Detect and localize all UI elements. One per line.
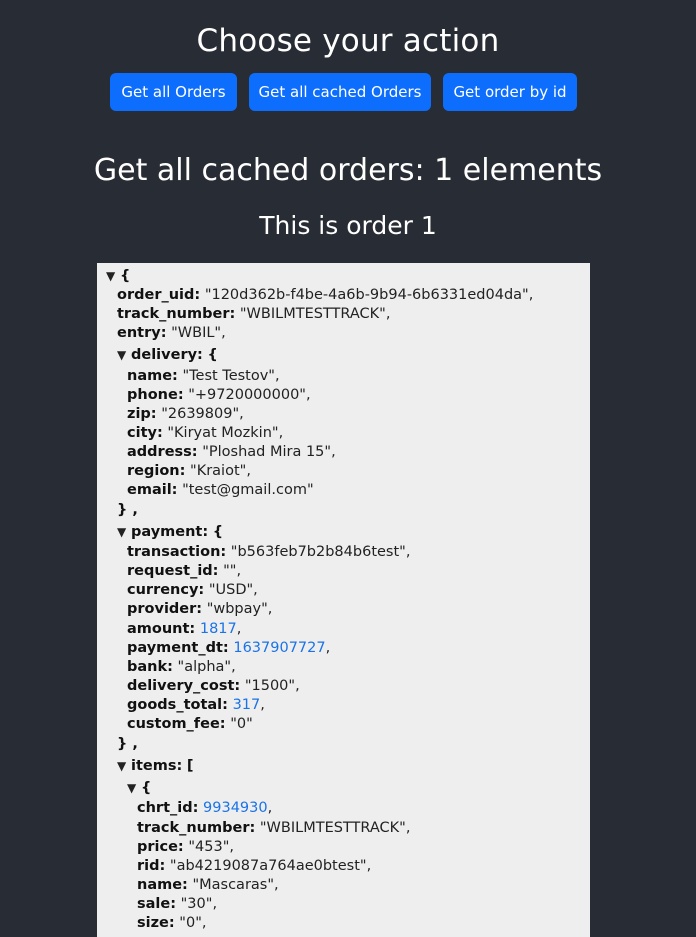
json-field-email: email: "test@gmail.com" — [127, 482, 314, 498]
json-field-city: city: "Kiryat Mozkin", — [127, 425, 284, 441]
page: Choose your action Get all Orders Get al… — [0, 0, 696, 937]
json-field-chrt-id: chrt_id: 9934930, — [137, 800, 273, 816]
json-field-amount: amount: 1817, — [127, 621, 242, 637]
json-field-name: name: "Test Testov", — [127, 368, 280, 384]
json-brace-close: } , — [117, 502, 138, 518]
json-field-custom-fee: custom_fee: "0" — [127, 716, 253, 732]
json-field-bank: bank: "alpha", — [127, 659, 236, 675]
json-field-goods-total: goods_total: 317, — [127, 697, 265, 713]
json-item-row[interactable]: ▼{ — [127, 779, 151, 798]
collapse-toggle-icon[interactable]: ▼ — [127, 779, 141, 798]
get-all-orders-button[interactable]: Get all Orders — [110, 73, 237, 111]
json-field-provider: provider: "wbpay", — [127, 601, 273, 617]
json-field-track-number: track_number: "WBILMTESTTRACK", — [117, 306, 391, 322]
json-field-size: size: "0", — [137, 915, 207, 931]
json-field-currency: currency: "USD", — [127, 582, 258, 598]
collapse-toggle-icon[interactable]: ▼ — [106, 267, 120, 286]
collapse-toggle-icon[interactable]: ▼ — [117, 346, 131, 365]
json-root-row[interactable]: ▼{ — [106, 267, 130, 286]
page-title: Choose your action — [196, 23, 500, 59]
json-field-rid: rid: "ab4219087a764ae0btest", — [137, 858, 372, 874]
json-field-zip: zip: "2639809", — [127, 406, 244, 422]
json-field-item-name: name: "Mascaras", — [137, 877, 279, 893]
json-field-address: address: "Ploshad Mira 15", — [127, 444, 336, 460]
json-field-request-id: request_id: "", — [127, 563, 242, 579]
json-items-row[interactable]: ▼ items: [ — [117, 757, 194, 776]
result-heading: Get all cached orders: 1 elements — [93, 153, 603, 188]
collapse-toggle-icon[interactable]: ▼ — [117, 523, 131, 542]
json-field-phone: phone: "+9720000000", — [127, 387, 311, 403]
json-field-price: price: "453", — [137, 839, 234, 855]
json-field-entry: entry: "WBIL", — [117, 325, 226, 341]
get-all-cached-orders-button[interactable]: Get all cached Orders — [249, 73, 431, 111]
json-field-payment-dt: payment_dt: 1637907727, — [127, 640, 331, 656]
json-delivery-row[interactable]: ▼ delivery: { — [117, 346, 218, 365]
action-buttons: Get all Orders Get all cached Orders Get… — [0, 73, 696, 111]
get-order-by-id-button[interactable]: Get order by id — [443, 73, 577, 111]
json-field-order-uid: order_uid: "120d362b-f4be-4a6b-9b94-6b63… — [117, 287, 534, 303]
json-field-region: region: "Kraiot", — [127, 463, 251, 479]
json-field-sale: sale: "30", — [137, 896, 218, 912]
collapse-toggle-icon[interactable]: ▼ — [117, 757, 131, 776]
json-viewer: ▼{ order_uid: "120d362b-f4be-4a6b-9b94-6… — [97, 263, 590, 937]
json-field-delivery-cost: delivery_cost: "1500", — [127, 678, 300, 694]
json-brace-close: } , — [117, 736, 138, 752]
json-field-transaction: transaction: "b563feb7b2b84b6test", — [127, 544, 411, 560]
json-brace: { — [120, 268, 131, 284]
order-title: This is order 1 — [259, 211, 437, 240]
json-field-track-number: track_number: "WBILMTESTTRACK", — [137, 820, 411, 836]
json-payment-row[interactable]: ▼ payment: { — [117, 523, 223, 542]
